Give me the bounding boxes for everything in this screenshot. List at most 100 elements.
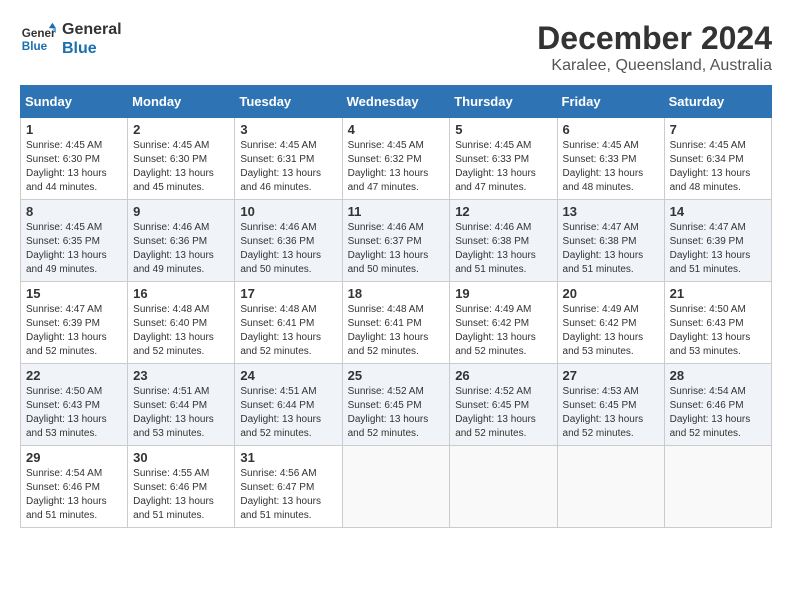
calendar-cell: [450, 446, 557, 528]
calendar-cell: 21 Sunrise: 4:50 AMSunset: 6:43 PMDaylig…: [664, 282, 771, 364]
day-number: 12: [455, 204, 551, 219]
day-number: 14: [670, 204, 766, 219]
calendar-cell: 18 Sunrise: 4:48 AMSunset: 6:41 PMDaylig…: [342, 282, 450, 364]
page-header: General Blue General Blue December 2024 …: [20, 20, 772, 75]
day-number: 29: [26, 450, 122, 465]
location-title: Karalee, Queensland, Australia: [537, 57, 772, 75]
calendar-cell: 30 Sunrise: 4:55 AMSunset: 6:46 PMDaylig…: [128, 446, 235, 528]
calendar-cell: 10 Sunrise: 4:46 AMSunset: 6:36 PMDaylig…: [235, 200, 342, 282]
calendar-cell: 22 Sunrise: 4:50 AMSunset: 6:43 PMDaylig…: [21, 364, 128, 446]
calendar-cell: 28 Sunrise: 4:54 AMSunset: 6:46 PMDaylig…: [664, 364, 771, 446]
calendar-header-row: SundayMondayTuesdayWednesdayThursdayFrid…: [21, 86, 772, 118]
calendar-cell: 7 Sunrise: 4:45 AMSunset: 6:34 PMDayligh…: [664, 118, 771, 200]
day-number: 19: [455, 286, 551, 301]
calendar-cell: 15 Sunrise: 4:47 AMSunset: 6:39 PMDaylig…: [21, 282, 128, 364]
day-info: Sunrise: 4:45 AMSunset: 6:33 PMDaylight:…: [455, 140, 536, 193]
calendar-cell: 12 Sunrise: 4:46 AMSunset: 6:38 PMDaylig…: [450, 200, 557, 282]
day-number: 23: [133, 368, 229, 383]
calendar-cell: 23 Sunrise: 4:51 AMSunset: 6:44 PMDaylig…: [128, 364, 235, 446]
day-number: 16: [133, 286, 229, 301]
day-info: Sunrise: 4:50 AMSunset: 6:43 PMDaylight:…: [670, 304, 751, 357]
calendar-cell: 24 Sunrise: 4:51 AMSunset: 6:44 PMDaylig…: [235, 364, 342, 446]
day-number: 8: [26, 204, 122, 219]
column-header-tuesday: Tuesday: [235, 86, 342, 118]
day-number: 11: [348, 204, 445, 219]
calendar-cell: [342, 446, 450, 528]
column-header-wednesday: Wednesday: [342, 86, 450, 118]
day-number: 26: [455, 368, 551, 383]
day-number: 5: [455, 122, 551, 137]
calendar-cell: 5 Sunrise: 4:45 AMSunset: 6:33 PMDayligh…: [450, 118, 557, 200]
day-number: 1: [26, 122, 122, 137]
day-info: Sunrise: 4:48 AMSunset: 6:41 PMDaylight:…: [348, 304, 429, 357]
calendar-week-row: 1 Sunrise: 4:45 AMSunset: 6:30 PMDayligh…: [21, 118, 772, 200]
calendar-cell: 19 Sunrise: 4:49 AMSunset: 6:42 PMDaylig…: [450, 282, 557, 364]
day-number: 27: [563, 368, 659, 383]
day-number: 18: [348, 286, 445, 301]
day-info: Sunrise: 4:45 AMSunset: 6:30 PMDaylight:…: [133, 140, 214, 193]
day-number: 22: [26, 368, 122, 383]
month-title: December 2024: [537, 20, 772, 57]
day-info: Sunrise: 4:50 AMSunset: 6:43 PMDaylight:…: [26, 386, 107, 439]
day-info: Sunrise: 4:45 AMSunset: 6:35 PMDaylight:…: [26, 222, 107, 275]
day-number: 4: [348, 122, 445, 137]
calendar-cell: 27 Sunrise: 4:53 AMSunset: 6:45 PMDaylig…: [557, 364, 664, 446]
logo-text-line2: Blue: [62, 39, 122, 58]
day-info: Sunrise: 4:54 AMSunset: 6:46 PMDaylight:…: [26, 468, 107, 521]
day-info: Sunrise: 4:56 AMSunset: 6:47 PMDaylight:…: [240, 468, 321, 521]
calendar-cell: 13 Sunrise: 4:47 AMSunset: 6:38 PMDaylig…: [557, 200, 664, 282]
day-info: Sunrise: 4:46 AMSunset: 6:36 PMDaylight:…: [133, 222, 214, 275]
day-info: Sunrise: 4:53 AMSunset: 6:45 PMDaylight:…: [563, 386, 644, 439]
day-info: Sunrise: 4:55 AMSunset: 6:46 PMDaylight:…: [133, 468, 214, 521]
day-number: 17: [240, 286, 336, 301]
calendar-week-row: 29 Sunrise: 4:54 AMSunset: 6:46 PMDaylig…: [21, 446, 772, 528]
calendar-cell: 25 Sunrise: 4:52 AMSunset: 6:45 PMDaylig…: [342, 364, 450, 446]
day-number: 13: [563, 204, 659, 219]
svg-text:General: General: [22, 27, 56, 40]
day-number: 30: [133, 450, 229, 465]
day-info: Sunrise: 4:51 AMSunset: 6:44 PMDaylight:…: [240, 386, 321, 439]
calendar-cell: [557, 446, 664, 528]
calendar-cell: 17 Sunrise: 4:48 AMSunset: 6:41 PMDaylig…: [235, 282, 342, 364]
calendar-cell: 29 Sunrise: 4:54 AMSunset: 6:46 PMDaylig…: [21, 446, 128, 528]
day-number: 25: [348, 368, 445, 383]
day-info: Sunrise: 4:52 AMSunset: 6:45 PMDaylight:…: [455, 386, 536, 439]
title-section: December 2024 Karalee, Queensland, Austr…: [537, 20, 772, 75]
calendar-table: SundayMondayTuesdayWednesdayThursdayFrid…: [20, 85, 772, 528]
day-info: Sunrise: 4:48 AMSunset: 6:41 PMDaylight:…: [240, 304, 321, 357]
day-info: Sunrise: 4:54 AMSunset: 6:46 PMDaylight:…: [670, 386, 751, 439]
day-info: Sunrise: 4:52 AMSunset: 6:45 PMDaylight:…: [348, 386, 429, 439]
day-number: 6: [563, 122, 659, 137]
column-header-monday: Monday: [128, 86, 235, 118]
day-number: 28: [670, 368, 766, 383]
day-info: Sunrise: 4:47 AMSunset: 6:39 PMDaylight:…: [26, 304, 107, 357]
calendar-week-row: 15 Sunrise: 4:47 AMSunset: 6:39 PMDaylig…: [21, 282, 772, 364]
day-number: 24: [240, 368, 336, 383]
logo: General Blue General Blue: [20, 20, 122, 58]
column-header-saturday: Saturday: [664, 86, 771, 118]
day-number: 9: [133, 204, 229, 219]
calendar-cell: 11 Sunrise: 4:46 AMSunset: 6:37 PMDaylig…: [342, 200, 450, 282]
logo-icon: General Blue: [20, 21, 56, 57]
calendar-cell: 14 Sunrise: 4:47 AMSunset: 6:39 PMDaylig…: [664, 200, 771, 282]
day-info: Sunrise: 4:48 AMSunset: 6:40 PMDaylight:…: [133, 304, 214, 357]
calendar-cell: 4 Sunrise: 4:45 AMSunset: 6:32 PMDayligh…: [342, 118, 450, 200]
calendar-cell: 20 Sunrise: 4:49 AMSunset: 6:42 PMDaylig…: [557, 282, 664, 364]
calendar-cell: 9 Sunrise: 4:46 AMSunset: 6:36 PMDayligh…: [128, 200, 235, 282]
day-number: 15: [26, 286, 122, 301]
calendar-cell: 3 Sunrise: 4:45 AMSunset: 6:31 PMDayligh…: [235, 118, 342, 200]
day-info: Sunrise: 4:49 AMSunset: 6:42 PMDaylight:…: [455, 304, 536, 357]
calendar-cell: 2 Sunrise: 4:45 AMSunset: 6:30 PMDayligh…: [128, 118, 235, 200]
calendar-cell: 26 Sunrise: 4:52 AMSunset: 6:45 PMDaylig…: [450, 364, 557, 446]
column-header-thursday: Thursday: [450, 86, 557, 118]
day-number: 31: [240, 450, 336, 465]
calendar-cell: 31 Sunrise: 4:56 AMSunset: 6:47 PMDaylig…: [235, 446, 342, 528]
day-number: 2: [133, 122, 229, 137]
day-info: Sunrise: 4:45 AMSunset: 6:33 PMDaylight:…: [563, 140, 644, 193]
day-info: Sunrise: 4:45 AMSunset: 6:32 PMDaylight:…: [348, 140, 429, 193]
day-info: Sunrise: 4:47 AMSunset: 6:38 PMDaylight:…: [563, 222, 644, 275]
calendar-cell: 16 Sunrise: 4:48 AMSunset: 6:40 PMDaylig…: [128, 282, 235, 364]
day-number: 20: [563, 286, 659, 301]
day-info: Sunrise: 4:46 AMSunset: 6:36 PMDaylight:…: [240, 222, 321, 275]
calendar-cell: 8 Sunrise: 4:45 AMSunset: 6:35 PMDayligh…: [21, 200, 128, 282]
